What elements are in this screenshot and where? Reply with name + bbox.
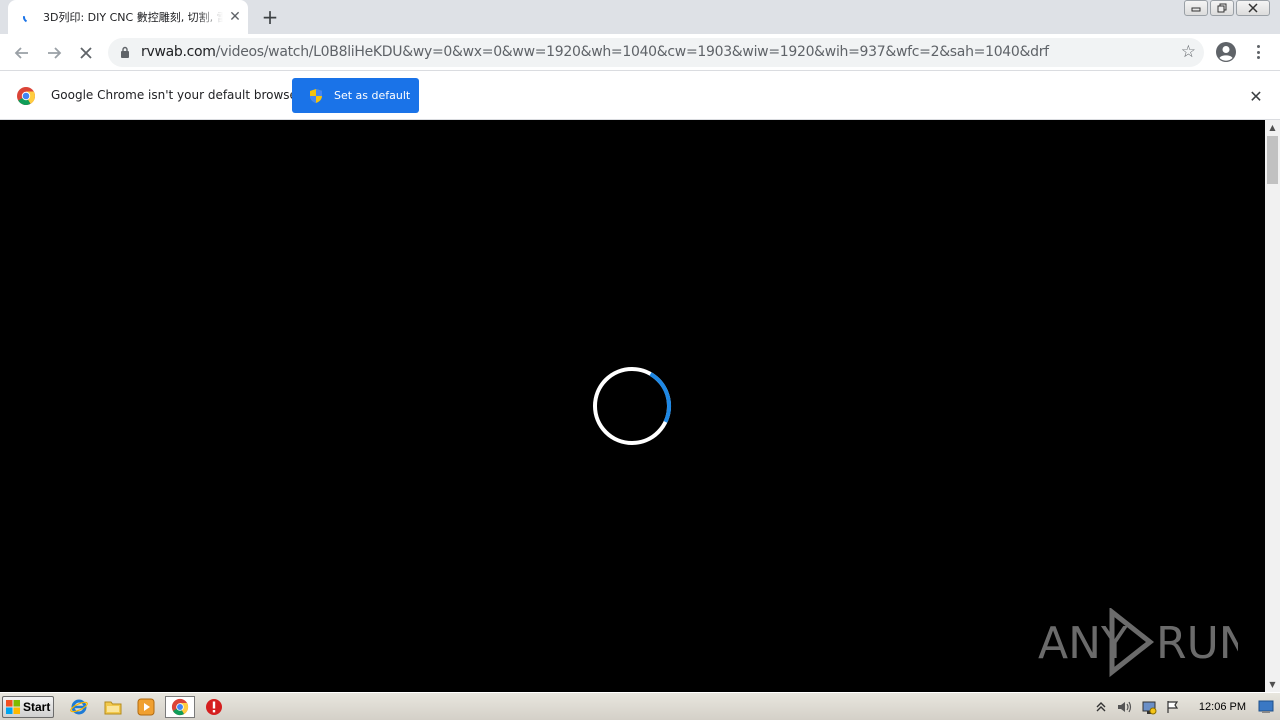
- restore-button[interactable]: [1210, 0, 1234, 16]
- bookmark-star-icon[interactable]: ☆: [1181, 42, 1196, 62]
- uac-shield-icon: [310, 88, 322, 103]
- scroll-up-icon[interactable]: ▲: [1265, 120, 1280, 135]
- minimize-button[interactable]: [1184, 0, 1208, 16]
- set-as-default-label: Set as default: [334, 89, 411, 102]
- watermark-text-right: RUN: [1156, 618, 1238, 669]
- chrome-menu-icon[interactable]: [1252, 42, 1264, 62]
- start-label: Start: [23, 700, 51, 714]
- arrow-left-icon: [14, 47, 28, 59]
- scroll-down-icon[interactable]: ▼: [1265, 677, 1280, 692]
- infobar-message: Google Chrome isn't your default browser: [51, 88, 302, 102]
- start-button[interactable]: Start: [2, 696, 54, 718]
- forward-button[interactable]: [42, 41, 66, 65]
- system-tray: 12:06 PM: [1093, 695, 1280, 719]
- security-alert-icon[interactable]: [203, 697, 225, 717]
- internet-explorer-icon[interactable]: [68, 697, 90, 717]
- taskbar-clock[interactable]: 12:06 PM: [1199, 701, 1246, 713]
- stop-button[interactable]: [74, 41, 98, 65]
- window-controls: [1184, 0, 1270, 18]
- window-close-button[interactable]: [1236, 0, 1270, 16]
- chrome-logo-icon: [17, 87, 36, 106]
- browser-toolbar: rvwab.com/videos/watch/L0B8liHeKDU&wy=0&…: [0, 34, 1280, 71]
- windows-flag-icon: [6, 700, 20, 714]
- screen: 3D列印: DIY CNC 數控雕刻, 切割, 雷射 ✕ + rvwab.com…: [0, 0, 1280, 720]
- media-player-icon[interactable]: [135, 697, 157, 717]
- url-host: rvwab.com: [141, 44, 216, 60]
- tab-strip: 3D列印: DIY CNC 數控雕刻, 切割, 雷射 ✕ +: [0, 0, 1280, 34]
- file-explorer-icon[interactable]: [102, 697, 124, 717]
- vertical-scrollbar[interactable]: ▲ ▼: [1265, 120, 1280, 692]
- action-center-flag-icon[interactable]: [1165, 699, 1181, 715]
- new-tab-button[interactable]: +: [258, 5, 282, 29]
- show-desktop-icon[interactable]: [1258, 699, 1274, 715]
- url-path: /videos/watch/L0B8liHeKDU&wy=0&wx=0&ww=1…: [215, 44, 1050, 60]
- loading-icon: [23, 11, 35, 23]
- tab-title: 3D列印: DIY CNC 數控雕刻, 切割, 雷射: [43, 11, 223, 24]
- show-hidden-icons-icon[interactable]: [1093, 699, 1109, 715]
- close-icon: [1248, 3, 1258, 13]
- volume-icon[interactable]: [1117, 699, 1133, 715]
- profile-avatar-icon[interactable]: [1215, 41, 1237, 63]
- url-text: rvwab.com/videos/watch/L0B8liHeKDU&wy=0&…: [141, 44, 1049, 60]
- chrome-taskbar-icon[interactable]: [165, 696, 195, 718]
- browser-tab[interactable]: 3D列印: DIY CNC 數控雕刻, 切割, 雷射 ✕: [8, 0, 248, 34]
- tab-close-icon[interactable]: ✕: [226, 8, 244, 26]
- set-as-default-button[interactable]: Set as default: [292, 78, 419, 113]
- network-icon[interactable]: [1141, 699, 1157, 715]
- address-bar[interactable]: rvwab.com/videos/watch/L0B8liHeKDU&wy=0&…: [108, 38, 1204, 67]
- windows-taskbar: Start 12:06 PM: [0, 692, 1280, 720]
- infobar-close-icon[interactable]: ✕: [1246, 86, 1266, 106]
- page-content: ANY RUN: [0, 120, 1265, 692]
- lock-icon: [121, 46, 129, 58]
- stop-icon: [80, 47, 92, 59]
- loading-spinner-icon: [593, 367, 671, 446]
- arrow-right-icon: [48, 47, 62, 59]
- watermark-text-left: ANY: [1038, 618, 1128, 669]
- anyrun-watermark: ANY RUN: [1038, 608, 1238, 678]
- restore-icon: [1217, 3, 1227, 13]
- back-button[interactable]: [10, 41, 34, 65]
- scroll-thumb[interactable]: [1267, 136, 1278, 184]
- minimize-icon: [1191, 7, 1201, 12]
- default-browser-infobar: Google Chrome isn't your default browser…: [0, 71, 1280, 120]
